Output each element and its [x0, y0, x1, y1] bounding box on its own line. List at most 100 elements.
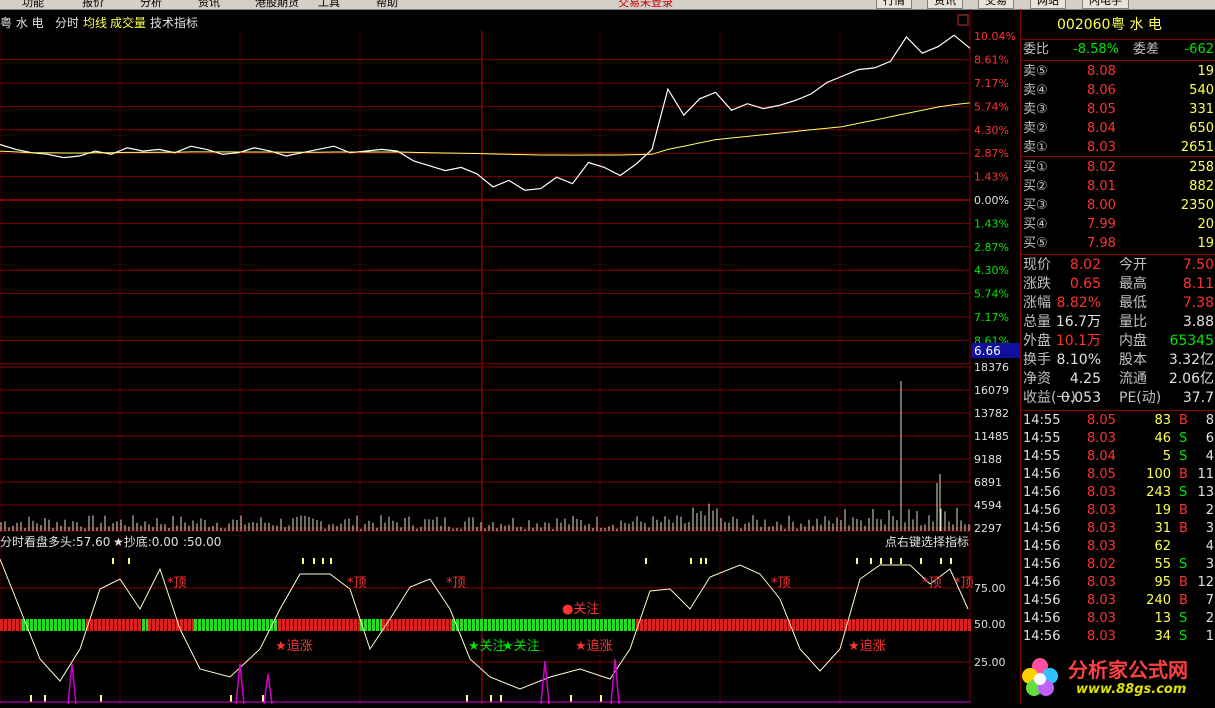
signal-block: [732, 619, 735, 631]
volume-tick-label: 9188: [974, 453, 1002, 466]
signal-block: [644, 619, 647, 631]
signal-block: [442, 619, 445, 631]
btn-flash[interactable]: 闪电手: [1082, 0, 1129, 9]
signal-block: [488, 619, 491, 631]
bid-row: 买② 8.01 882: [1023, 179, 1214, 194]
signal-block: [764, 619, 767, 631]
signal-block: [836, 619, 839, 631]
signal-block: [592, 619, 595, 631]
square-icon[interactable]: [957, 14, 969, 26]
chart-panel[interactable]: 粤 水 电 分时 均线 成交量 技术指标 10.04% 8.61% 7.17% 5.7…: [0, 9, 1020, 705]
indicator-duotou: 多头:57.60: [48, 535, 110, 549]
btn-market[interactable]: 行情: [876, 0, 912, 9]
signal-block: [712, 619, 715, 631]
bid-row: 买① 8.02 258: [1023, 160, 1214, 175]
signal-block: [238, 619, 241, 631]
signal-block: [156, 619, 159, 631]
signal-top: *顶: [954, 576, 974, 591]
signal-block: [720, 619, 723, 631]
signal-block: [206, 619, 209, 631]
indicator-hint[interactable]: 点右键选择指标: [885, 534, 969, 549]
signal-block: [334, 619, 337, 631]
top-marker: [900, 558, 902, 564]
signal-block: [226, 619, 229, 631]
tick-row: 14:56 8.03 19 B 2: [1023, 503, 1214, 518]
quote-panel: 002060 粤 水 电 委比 -8.58% 委差 -662 卖⑤ 8.08 19 卖…: [1020, 9, 1215, 704]
signal-block: [680, 619, 683, 631]
signal-block: [960, 619, 963, 631]
signal-block: [900, 619, 903, 631]
volume-axis: 18376 16079 13782 11485 9188 6891 4594 2297: [974, 361, 1009, 535]
top-marker: [330, 558, 332, 564]
signal-block: [868, 619, 871, 631]
signal-block: [234, 619, 237, 631]
intraday-chart[interactable]: 粤 水 电 分时 均线 成交量 技术指标 10.04% 8.61% 7.17% 5.7…: [0, 9, 1020, 705]
signal-block: [98, 619, 101, 631]
tab-intraday[interactable]: 分时: [55, 16, 79, 30]
signal-block: [952, 619, 955, 631]
top-marker: [940, 558, 942, 564]
signal-block: [406, 619, 409, 631]
signal-block: [210, 619, 213, 631]
price-tick-label: 7.17%: [974, 311, 1009, 324]
signal-block: [696, 619, 699, 631]
signal-block: [700, 619, 703, 631]
signal-block: [576, 619, 579, 631]
signal-block: [390, 619, 393, 631]
top-marker: [690, 558, 692, 564]
indicator-title: 分时看盘: [0, 534, 48, 549]
signal-block: [142, 619, 145, 631]
signal-block: [184, 619, 187, 631]
signal-block: [194, 619, 197, 631]
quote-title: 002060 粤 水 电: [1021, 16, 1215, 38]
bottom-marker: [600, 695, 602, 702]
tab-tech[interactable]: 技术指标: [150, 15, 198, 30]
signal-block: [306, 619, 309, 631]
signal-block: [780, 619, 783, 631]
indicator-panel: [0, 558, 971, 705]
signal-block: [468, 619, 471, 631]
btn-website[interactable]: 网站: [1030, 0, 1066, 9]
signal-block: [342, 619, 345, 631]
signal-block: [350, 619, 353, 631]
signal-block: [524, 619, 527, 631]
btn-news[interactable]: 资讯: [927, 0, 963, 9]
signal-block: [66, 619, 69, 631]
volume-tick-label: 4594: [974, 499, 1002, 512]
signal-block: [422, 619, 425, 631]
tick-row: 14:56 8.03 34 S 1: [1023, 629, 1214, 644]
signal-block: [130, 619, 133, 631]
signal-block: [222, 619, 225, 631]
signal-chase: ★追涨: [575, 638, 613, 654]
signal-block: [544, 619, 547, 631]
signal-block: [600, 619, 603, 631]
indicator-tick-label: 75.00: [974, 582, 1006, 595]
signal-block: [520, 619, 523, 631]
top-marker: [645, 558, 647, 564]
signal-top: *顶: [347, 576, 367, 591]
signal-block: [744, 619, 747, 631]
top-marker: [880, 558, 882, 564]
signal-block: [134, 619, 137, 631]
signal-block: [346, 619, 349, 631]
ask-row: 卖③ 8.05 331: [1023, 102, 1214, 117]
signal-block: [90, 619, 93, 631]
logo: 分析家公式网 www.88gs.com: [1018, 646, 1215, 704]
signal-block: [948, 619, 951, 631]
ask-row: 卖⑤ 8.08 19: [1023, 64, 1214, 79]
signal-block: [536, 619, 539, 631]
tab-avg[interactable]: 均线: [83, 16, 107, 30]
signal-block: [596, 619, 599, 631]
signal-block: [246, 619, 249, 631]
signal-block: [528, 619, 531, 631]
signal-block: [916, 619, 919, 631]
btn-trade[interactable]: 交易: [978, 0, 1014, 9]
signal-block: [660, 619, 663, 631]
tab-volume[interactable]: 成交量: [110, 15, 146, 30]
signal-top: *顶: [771, 576, 791, 591]
top-marker: [322, 558, 324, 564]
signal-block: [496, 619, 499, 631]
signal-block: [964, 619, 967, 631]
signal-block: [262, 619, 265, 631]
top-marker: [856, 558, 858, 564]
